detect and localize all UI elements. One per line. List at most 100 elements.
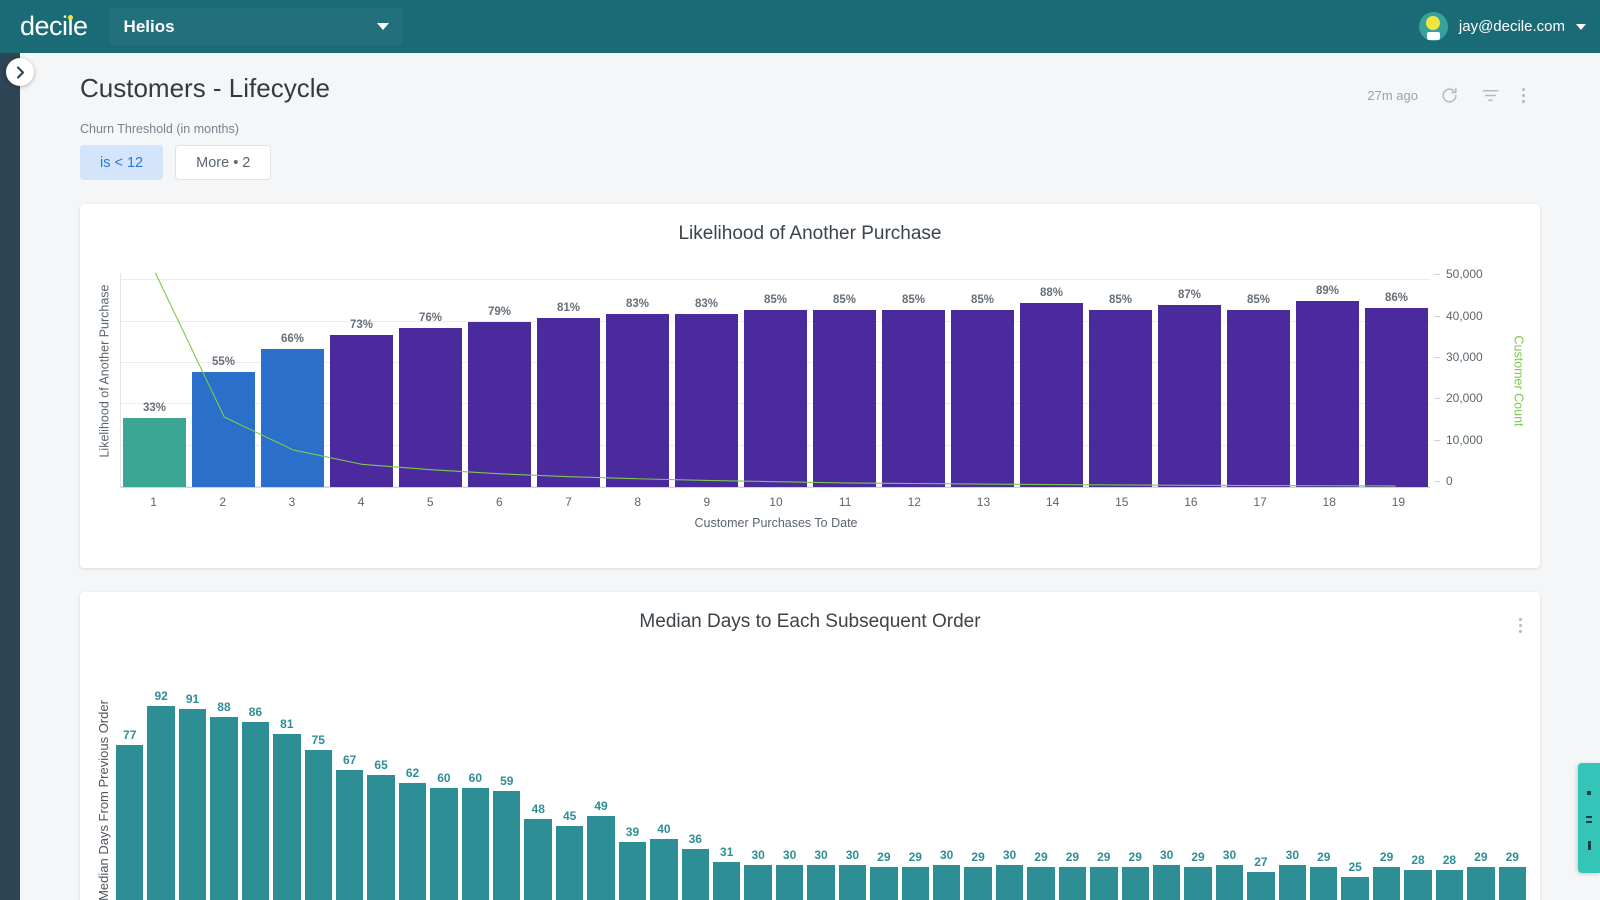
chart2-bar-rect <box>1373 867 1400 900</box>
chart2-bar[interactable]: 29 <box>1027 659 1054 900</box>
chart2-bar[interactable]: 25 <box>1341 659 1368 900</box>
chart2-bar-rect <box>430 788 457 900</box>
avatar-body-icon <box>1427 32 1440 40</box>
chart2-bar[interactable]: 30 <box>996 659 1023 900</box>
chart2-bar-rect <box>587 816 614 900</box>
chart2-bar-rect <box>1184 867 1211 900</box>
chart2-bar[interactable]: 30 <box>1279 659 1306 900</box>
chart2-bar[interactable]: 30 <box>1153 659 1180 900</box>
chart1-x-tick-label: 4 <box>329 495 392 509</box>
chart2-bar[interactable]: 65 <box>367 659 394 900</box>
chart2-bar[interactable]: 28 <box>1436 659 1463 900</box>
chart2-bar[interactable]: 28 <box>1404 659 1431 900</box>
card-likelihood-of-another-purchase: Likelihood of Another Purchase Likelihoo… <box>80 204 1540 568</box>
chart2-bar-rect <box>744 865 771 900</box>
chart2-bar-rect <box>399 783 426 900</box>
page-header: Customers - Lifecycle 27m ago <box>20 53 1600 105</box>
chart2-bar[interactable]: 30 <box>933 659 960 900</box>
app-logo[interactable]: decile <box>20 11 88 42</box>
tab-dot-icon <box>1587 791 1591 795</box>
chart1-x-tick-label: 10 <box>744 495 807 509</box>
chart2-bar[interactable]: 27 <box>1247 659 1274 900</box>
chart2-bar[interactable]: 88 <box>210 659 237 900</box>
chart2-bar-rect <box>964 867 991 900</box>
chart2-bar-value-label: 65 <box>367 758 394 772</box>
chart2-bar-value-label: 30 <box>1279 848 1306 862</box>
chart2-bar[interactable]: 67 <box>336 659 363 900</box>
chart2-bar-rect <box>1404 870 1431 900</box>
chart1-x-tick-label: 2 <box>191 495 254 509</box>
chart2-bar[interactable]: 29 <box>1184 659 1211 900</box>
filter-chip-churn-threshold[interactable]: is < 12 <box>80 145 163 180</box>
chart2-bar[interactable]: 29 <box>1310 659 1337 900</box>
chart2-bar-value-label: 30 <box>807 848 834 862</box>
chart-title-likelihood: Likelihood of Another Purchase <box>80 204 1540 245</box>
chart2-bar[interactable]: 29 <box>1122 659 1149 900</box>
chart2-bar[interactable]: 77 <box>116 659 143 900</box>
chart2-bar-value-label: 30 <box>1153 848 1180 862</box>
chart2-bar[interactable]: 60 <box>462 659 489 900</box>
chart2-bar[interactable]: 60 <box>430 659 457 900</box>
filter-button[interactable] <box>1481 86 1500 105</box>
chart2-bar-value-label: 67 <box>336 753 363 767</box>
chart2-bar[interactable]: 45 <box>556 659 583 900</box>
chart2-bar[interactable]: 30 <box>776 659 803 900</box>
tick-mark <box>1434 481 1440 482</box>
chart2-bar-value-label: 28 <box>1404 853 1431 867</box>
user-menu[interactable]: jay@decile.com <box>1419 12 1600 41</box>
chart1-x-tick-label: 13 <box>952 495 1015 509</box>
chart2-bar-value-label: 29 <box>1122 850 1149 864</box>
chart2-bar-rect <box>1436 870 1463 900</box>
feedback-tab[interactable] <box>1578 763 1600 873</box>
page-more-menu-button[interactable] <box>1522 88 1525 103</box>
chart2-bar[interactable]: 92 <box>147 659 174 900</box>
chart2-bar-value-label: 45 <box>556 809 583 823</box>
chart2-bar[interactable]: 29 <box>1373 659 1400 900</box>
chart2-bar-rect <box>902 867 929 900</box>
chart2-bar[interactable]: 59 <box>493 659 520 900</box>
chart2-bar[interactable]: 29 <box>1467 659 1494 900</box>
chart2-bar-rect <box>336 770 363 900</box>
chart2-bar-value-label: 36 <box>682 832 709 846</box>
chart1-secondary-tick-label: 40,000 <box>1446 309 1483 323</box>
chart2-bar[interactable]: 31 <box>713 659 740 900</box>
filter-chip-more[interactable]: More • 2 <box>175 145 271 180</box>
chart2-bar[interactable]: 81 <box>273 659 300 900</box>
chart2-bar[interactable]: 48 <box>524 659 551 900</box>
chart1-x-tick-label: 18 <box>1298 495 1361 509</box>
chart2-bar[interactable]: 86 <box>242 659 269 900</box>
environment-selector-value: Helios <box>124 17 175 37</box>
top-navigation-bar: decile Helios jay@decile.com <box>0 0 1600 53</box>
chart2-bar[interactable]: 91 <box>179 659 206 900</box>
chart2-bar-value-label: 77 <box>116 728 143 742</box>
chart2-bar[interactable]: 75 <box>305 659 332 900</box>
chart2-bar[interactable]: 39 <box>619 659 646 900</box>
chart2-bar-value-label: 27 <box>1247 855 1274 869</box>
chart2-more-menu-button[interactable] <box>1519 618 1522 633</box>
chart2-bar[interactable]: 40 <box>650 659 677 900</box>
chart2-bar-value-label: 60 <box>430 771 457 785</box>
chart2-bar[interactable]: 30 <box>744 659 771 900</box>
environment-selector[interactable]: Helios <box>110 8 403 45</box>
chart2-bar-rect <box>870 867 897 900</box>
sidebar-expand-button[interactable] <box>6 58 34 86</box>
chart2-bar[interactable]: 29 <box>1499 659 1526 900</box>
chart2-bar[interactable]: 30 <box>1216 659 1243 900</box>
chart2-bar[interactable]: 36 <box>682 659 709 900</box>
refresh-button[interactable] <box>1440 86 1459 105</box>
chart2-bar[interactable]: 29 <box>1059 659 1086 900</box>
chart2-bar[interactable]: 29 <box>902 659 929 900</box>
chart2-bar[interactable]: 30 <box>839 659 866 900</box>
chart2-bar[interactable]: 62 <box>399 659 426 900</box>
chart2-bar[interactable]: 30 <box>807 659 834 900</box>
last-refreshed-label: 27m ago <box>1367 88 1418 103</box>
chart2-bar[interactable]: 29 <box>1090 659 1117 900</box>
chart1-y-axis-label: Likelihood of Another Purchase <box>96 263 114 478</box>
chart2-bar[interactable]: 49 <box>587 659 614 900</box>
chart2-bar-rect <box>776 865 803 900</box>
chart2-bar[interactable]: 29 <box>870 659 897 900</box>
avatar-head-icon <box>1426 16 1440 30</box>
kebab-menu-icon <box>1519 618 1522 621</box>
chart1-x-tick-label: 6 <box>468 495 531 509</box>
chart2-bar[interactable]: 29 <box>964 659 991 900</box>
